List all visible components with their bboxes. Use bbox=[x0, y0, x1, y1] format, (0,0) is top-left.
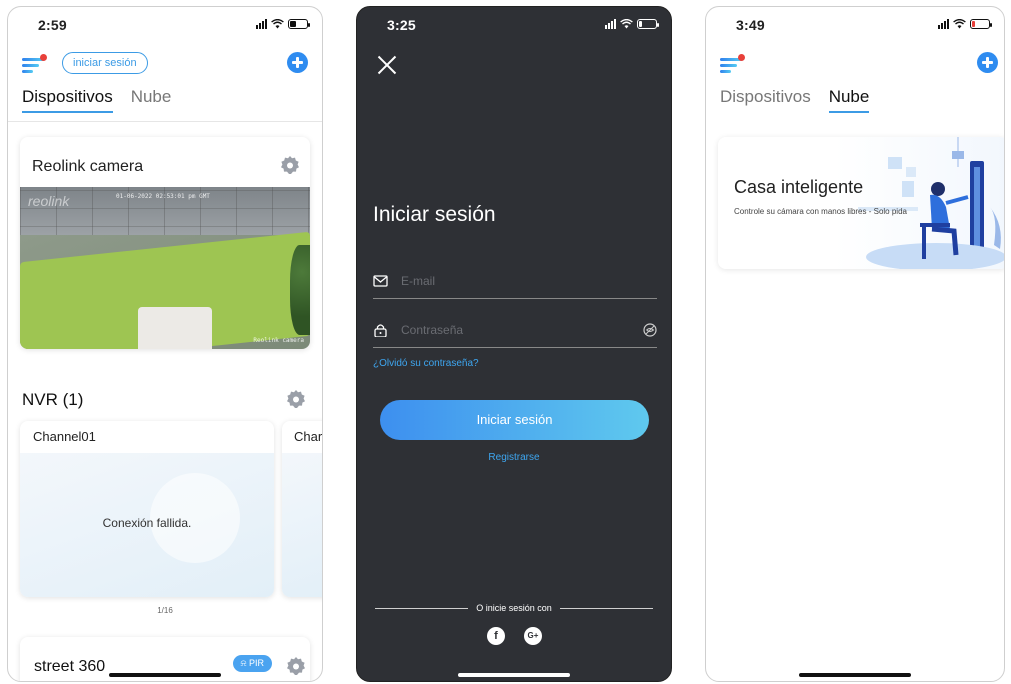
camera-overlay-logo: reolink bbox=[28, 193, 70, 209]
email-field[interactable]: E-mail bbox=[373, 269, 657, 299]
channel-card[interactable]: Char bbox=[282, 421, 323, 597]
camera-preview[interactable]: reolink 01-06-2022 02:53:01 pm GMT Reoli… bbox=[20, 187, 310, 349]
social-divider: O inicie sesión con bbox=[375, 603, 654, 613]
channel-label: Char bbox=[294, 429, 323, 444]
tab-bar: Dispositivos Nube bbox=[720, 87, 870, 113]
status-time: 3:25 bbox=[387, 17, 416, 33]
camera-card[interactable]: Reolink camera reolink 01-06-2022 02:53:… bbox=[20, 137, 310, 349]
close-icon[interactable] bbox=[377, 55, 397, 75]
gear-icon[interactable] bbox=[286, 656, 306, 676]
add-device-icon[interactable] bbox=[977, 52, 998, 73]
smart-home-illustration bbox=[858, 137, 1004, 269]
channel-card[interactable]: Channel01 Conexión fallida. bbox=[20, 421, 274, 597]
password-field[interactable]: Contraseña bbox=[373, 318, 657, 348]
tab-nube[interactable]: Nube bbox=[131, 87, 172, 113]
tab-dispositivos[interactable]: Dispositivos bbox=[720, 87, 811, 113]
channel-label: Channel01 bbox=[33, 429, 96, 444]
tab-bar: Dispositivos Nube bbox=[22, 87, 171, 113]
battery-icon bbox=[637, 19, 659, 29]
signal-icon bbox=[605, 19, 616, 29]
password-placeholder: Contraseña bbox=[401, 323, 464, 337]
tab-nube[interactable]: Nube bbox=[828, 87, 870, 113]
wifi-icon bbox=[620, 19, 633, 29]
status-bar: 3:25 bbox=[357, 7, 671, 41]
home-indicator bbox=[799, 673, 911, 677]
pir-badge: ⍾ PIR bbox=[232, 655, 272, 672]
mail-icon bbox=[373, 275, 388, 287]
eye-off-icon[interactable] bbox=[643, 323, 657, 337]
login-button[interactable]: Iniciar sesión bbox=[380, 400, 649, 440]
notification-dot bbox=[738, 54, 745, 61]
smart-home-title: Casa inteligente bbox=[734, 177, 864, 197]
status-time: 2:59 bbox=[38, 17, 67, 33]
camera-overlay-name: Reolink camera bbox=[253, 337, 304, 344]
wifi-icon bbox=[271, 19, 284, 29]
add-device-icon[interactable] bbox=[287, 52, 308, 73]
login-title: Iniciar sesión bbox=[373, 203, 496, 226]
bell-icon: ⍾ bbox=[240, 658, 249, 668]
camera-overlay-timestamp: 01-06-2022 02:53:01 pm GMT bbox=[116, 193, 210, 200]
login-pill-button[interactable]: iniciar sesión bbox=[62, 52, 148, 74]
forgot-password-link[interactable]: ¿Olvidó su contraseña? bbox=[373, 358, 479, 369]
header-divider bbox=[8, 121, 322, 122]
phone-login-screen: 3:25 Iniciar sesión E-mail Contraseña ¿O… bbox=[356, 6, 672, 682]
menu-icon[interactable] bbox=[720, 54, 745, 74]
status-bar: 2:59 bbox=[8, 7, 322, 41]
street-title: street 360 bbox=[34, 658, 106, 675]
email-placeholder: E-mail bbox=[401, 274, 436, 288]
lock-icon bbox=[374, 324, 387, 337]
battery-icon bbox=[970, 19, 992, 29]
gear-icon[interactable] bbox=[280, 155, 300, 175]
google-plus-icon[interactable]: G+ bbox=[524, 627, 542, 645]
facebook-icon[interactable]: f bbox=[487, 627, 505, 645]
pir-label: PIR bbox=[248, 658, 264, 668]
gear-icon[interactable] bbox=[286, 389, 306, 409]
phone-cloud-screen: 3:49 Dispositivos Nube Casa inteligente … bbox=[705, 6, 1005, 682]
connection-status: Conexión fallida. bbox=[102, 516, 192, 530]
camera-title: Reolink camera bbox=[32, 158, 144, 175]
home-indicator bbox=[458, 673, 570, 677]
channel-pager: 1/16 bbox=[157, 606, 173, 615]
status-bar: 3:49 bbox=[706, 7, 1004, 41]
tab-dispositivos[interactable]: Dispositivos bbox=[22, 87, 113, 113]
register-link[interactable]: Registrarse bbox=[357, 452, 671, 463]
smart-home-card[interactable]: Casa inteligente Controle su cámara con … bbox=[718, 137, 1004, 269]
home-indicator bbox=[109, 673, 221, 677]
signal-icon bbox=[938, 19, 949, 29]
smart-home-subtitle: Controle su cámara con manos libres - So… bbox=[734, 207, 907, 216]
nvr-title: NVR (1) bbox=[22, 390, 84, 409]
phone-devices-screen: 2:59 iniciar sesión Dispositivos Nube Re… bbox=[7, 6, 323, 682]
wifi-icon bbox=[953, 19, 966, 29]
status-time: 3:49 bbox=[736, 17, 765, 33]
notification-dot bbox=[40, 54, 47, 61]
signal-icon bbox=[256, 19, 267, 29]
social-divider-text: O inicie sesión con bbox=[476, 603, 552, 613]
menu-icon[interactable] bbox=[22, 54, 47, 74]
battery-icon bbox=[288, 19, 310, 29]
